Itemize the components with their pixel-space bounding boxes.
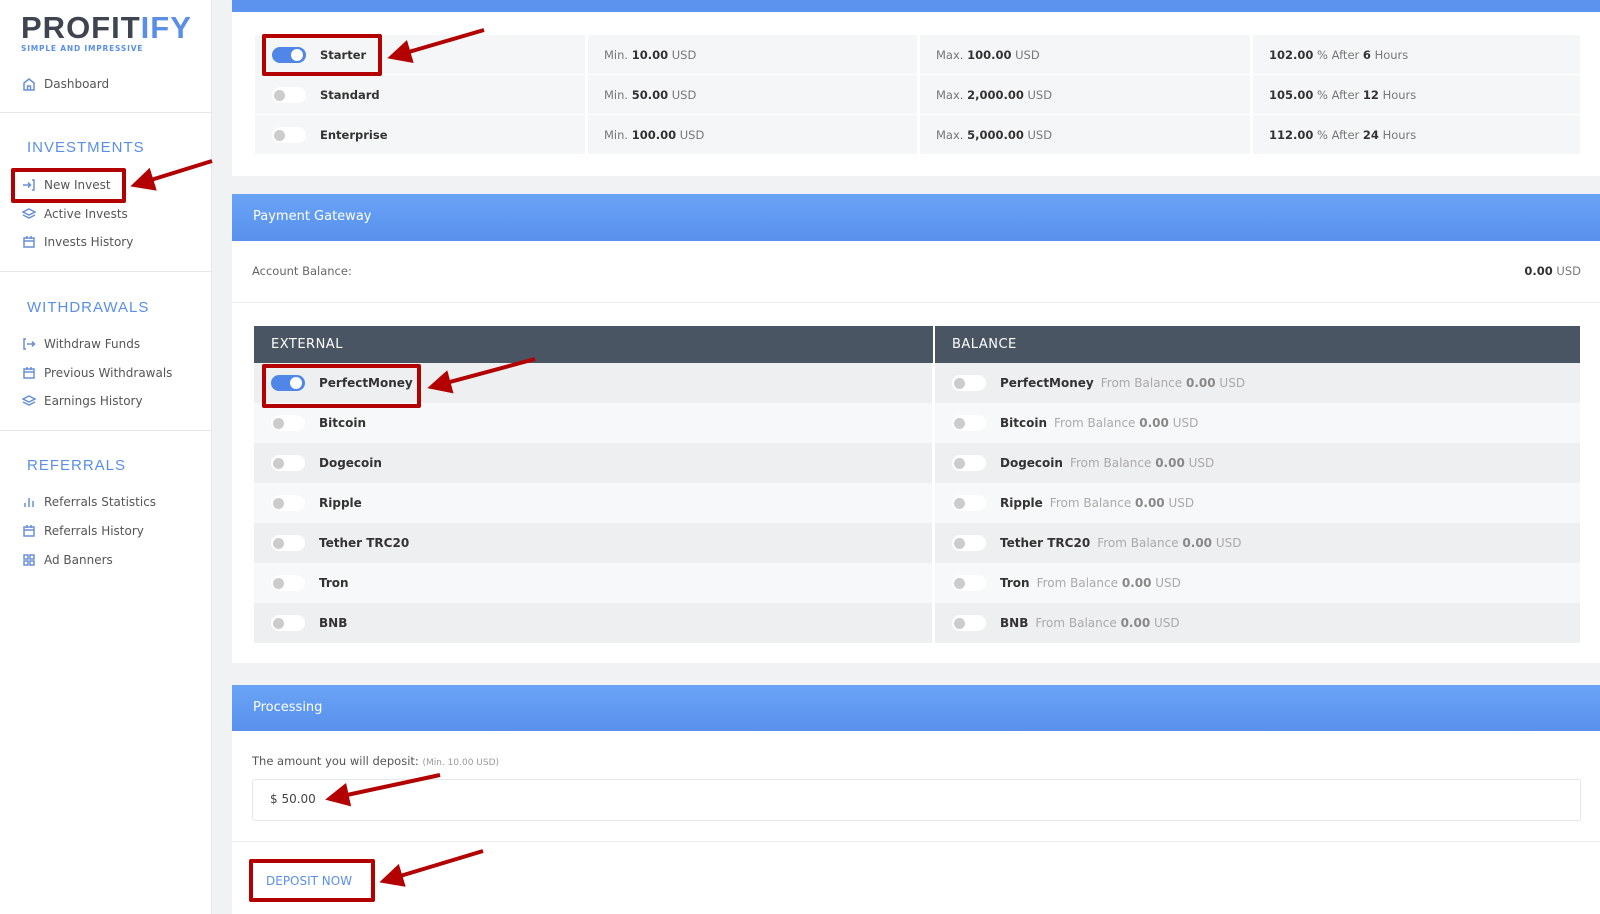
logo-text-accent: IFY (140, 10, 192, 45)
balance-method[interactable]: Tron From Balance 0.00 USD (935, 563, 1580, 603)
sidebar-item-referrals-history[interactable]: Referrals History (22, 521, 144, 541)
divider (232, 302, 1600, 303)
processing-header: Processing (232, 685, 1600, 732)
sidebar-item-active-invests[interactable]: Active Invests (22, 204, 128, 224)
section-title-withdrawals: WITHDRAWALS (27, 299, 150, 316)
sidebar-item-withdraw-funds[interactable]: Withdraw Funds (22, 334, 140, 354)
plan-profit: 102.00 % After 6 Hours (1253, 35, 1580, 74)
plans-header-bar (232, 0, 1600, 12)
plan-toggle[interactable] (272, 126, 306, 143)
plan-name: Starter (320, 47, 367, 62)
external-method[interactable]: Dogecoin (254, 443, 935, 483)
divider (232, 841, 1600, 842)
layers-icon (22, 208, 36, 219)
balance-toggle[interactable] (952, 455, 986, 471)
section-title-referrals: REFERRALS (27, 457, 127, 474)
sidebar-item-new-invest[interactable]: New Invest (22, 175, 111, 195)
plan-profit: 105.00 % After 12 Hours (1253, 75, 1580, 114)
balance-toggle[interactable] (952, 535, 986, 551)
balance-method[interactable]: Tether TRC20 From Balance 0.00 USD (935, 523, 1580, 563)
amount-label: The amount you will deposit: (Min. 10.00… (252, 754, 500, 768)
gateway-row: Tron Tron From Balance 0.00 USD (254, 563, 1580, 603)
gateway-row: BNB BNB From Balance 0.00 USD (254, 603, 1580, 643)
gateway-row: PerfectMoney PerfectMoney From Balance 0.… (254, 363, 1580, 403)
divider (0, 271, 211, 272)
external-method[interactable]: BNB (254, 603, 935, 643)
plan-toggle[interactable] (272, 86, 306, 103)
deposit-now-button[interactable]: DEPOSIT NOW (255, 866, 367, 898)
balance-method[interactable]: PerfectMoney From Balance 0.00 USD (935, 363, 1580, 403)
calendar-icon (23, 367, 35, 379)
external-method[interactable]: Bitcoin (254, 403, 935, 443)
divider (0, 430, 211, 431)
divider (0, 112, 211, 113)
external-toggle[interactable] (271, 575, 305, 591)
balance-method[interactable]: Bitcoin From Balance 0.00 USD (935, 403, 1580, 443)
plan-name: Enterprise (320, 127, 388, 142)
plan-max: Max. 2,000.00 USD (920, 75, 1250, 114)
plan-row[interactable]: Enterprise Min. 100.00 USD Max. 5,000.00… (255, 115, 1580, 154)
sidebar-item-previous-withdrawals[interactable]: Previous Withdrawals (22, 363, 172, 383)
external-toggle[interactable] (271, 615, 305, 631)
external-toggle[interactable] (271, 375, 305, 391)
logo[interactable]: PROFITIFY SIMPLE AND IMPRESSIVE (21, 10, 192, 54)
sidebar-item-invests-history[interactable]: Invests History (22, 232, 133, 252)
balance-method[interactable]: Ripple From Balance 0.00 USD (935, 483, 1580, 523)
column-header-external: EXTERNAL (254, 326, 935, 363)
home-icon (23, 78, 35, 91)
external-method[interactable]: Tron (254, 563, 935, 603)
external-toggle[interactable] (271, 495, 305, 511)
layers-icon (22, 395, 36, 406)
plan-min: Min. 10.00 USD (588, 35, 917, 74)
plan-min: Min. 100.00 USD (588, 115, 917, 154)
plan-max: Max. 5,000.00 USD (920, 115, 1250, 154)
sidebar: PROFITIFY SIMPLE AND IMPRESSIVE Dashboar… (0, 0, 212, 914)
account-balance-value: 0.00 USD (1524, 264, 1581, 278)
external-method[interactable]: PerfectMoney (254, 363, 935, 403)
plan-name: Standard (320, 87, 380, 102)
bar-chart-icon (24, 498, 34, 507)
payment-gateway-header: Payment Gateway (232, 194, 1600, 241)
grid-icon (23, 554, 35, 566)
balance-method[interactable]: BNB From Balance 0.00 USD (935, 603, 1580, 643)
balance-toggle[interactable] (952, 495, 986, 511)
gateway-row: Dogecoin Dogecoin From Balance 0.00 USD (254, 443, 1580, 483)
logout-icon (23, 338, 36, 350)
gateway-table: EXTERNAL BALANCE PerfectMoney PerfectMone… (254, 326, 1580, 643)
gateway-row: Ripple Ripple From Balance 0.00 USD (254, 483, 1580, 523)
logo-tagline: SIMPLE AND IMPRESSIVE (21, 44, 144, 53)
external-method[interactable]: Ripple (254, 483, 935, 523)
calendar-icon (23, 236, 35, 248)
sidebar-item-dashboard[interactable]: Dashboard (22, 74, 109, 94)
external-toggle[interactable] (271, 415, 305, 431)
external-method[interactable]: Tether TRC20 (254, 523, 935, 563)
account-balance-label: Account Balance: (252, 264, 352, 278)
sidebar-item-referrals-statistics[interactable]: Referrals Statistics (22, 492, 156, 512)
balance-toggle[interactable] (952, 415, 986, 431)
plan-min: Min. 50.00 USD (588, 75, 917, 114)
section-title-investments: INVESTMENTS (27, 139, 145, 156)
plan-toggle[interactable] (272, 46, 306, 63)
login-icon (23, 179, 35, 191)
balance-toggle[interactable] (952, 575, 986, 591)
gateway-row: Bitcoin Bitcoin From Balance 0.00 USD (254, 403, 1580, 443)
external-toggle[interactable] (271, 535, 305, 551)
plan-max: Max. 100.00 USD (920, 35, 1250, 74)
sidebar-item-earnings-history[interactable]: Earnings History (22, 391, 143, 411)
plan-row[interactable]: Starter Min. 10.00 USD Max. 100.00 USD 1… (255, 35, 1580, 74)
sidebar-item-ad-banners[interactable]: Ad Banners (22, 550, 113, 570)
plan-profit: 112.00 % After 24 Hours (1253, 115, 1580, 154)
gateway-row: Tether TRC20 Tether TRC20 From Balance 0.… (254, 523, 1580, 563)
external-toggle[interactable] (271, 455, 305, 471)
plan-row[interactable]: Standard Min. 50.00 USD Max. 2,000.00 US… (255, 75, 1580, 114)
balance-toggle[interactable] (952, 375, 986, 391)
logo-text: PROFIT (21, 10, 141, 45)
balance-toggle[interactable] (952, 615, 986, 631)
calendar-icon (23, 525, 35, 537)
amount-input[interactable]: $ 50.00 (252, 779, 1581, 821)
column-header-balance: BALANCE (952, 337, 1017, 352)
balance-method[interactable]: Dogecoin From Balance 0.00 USD (935, 443, 1580, 483)
